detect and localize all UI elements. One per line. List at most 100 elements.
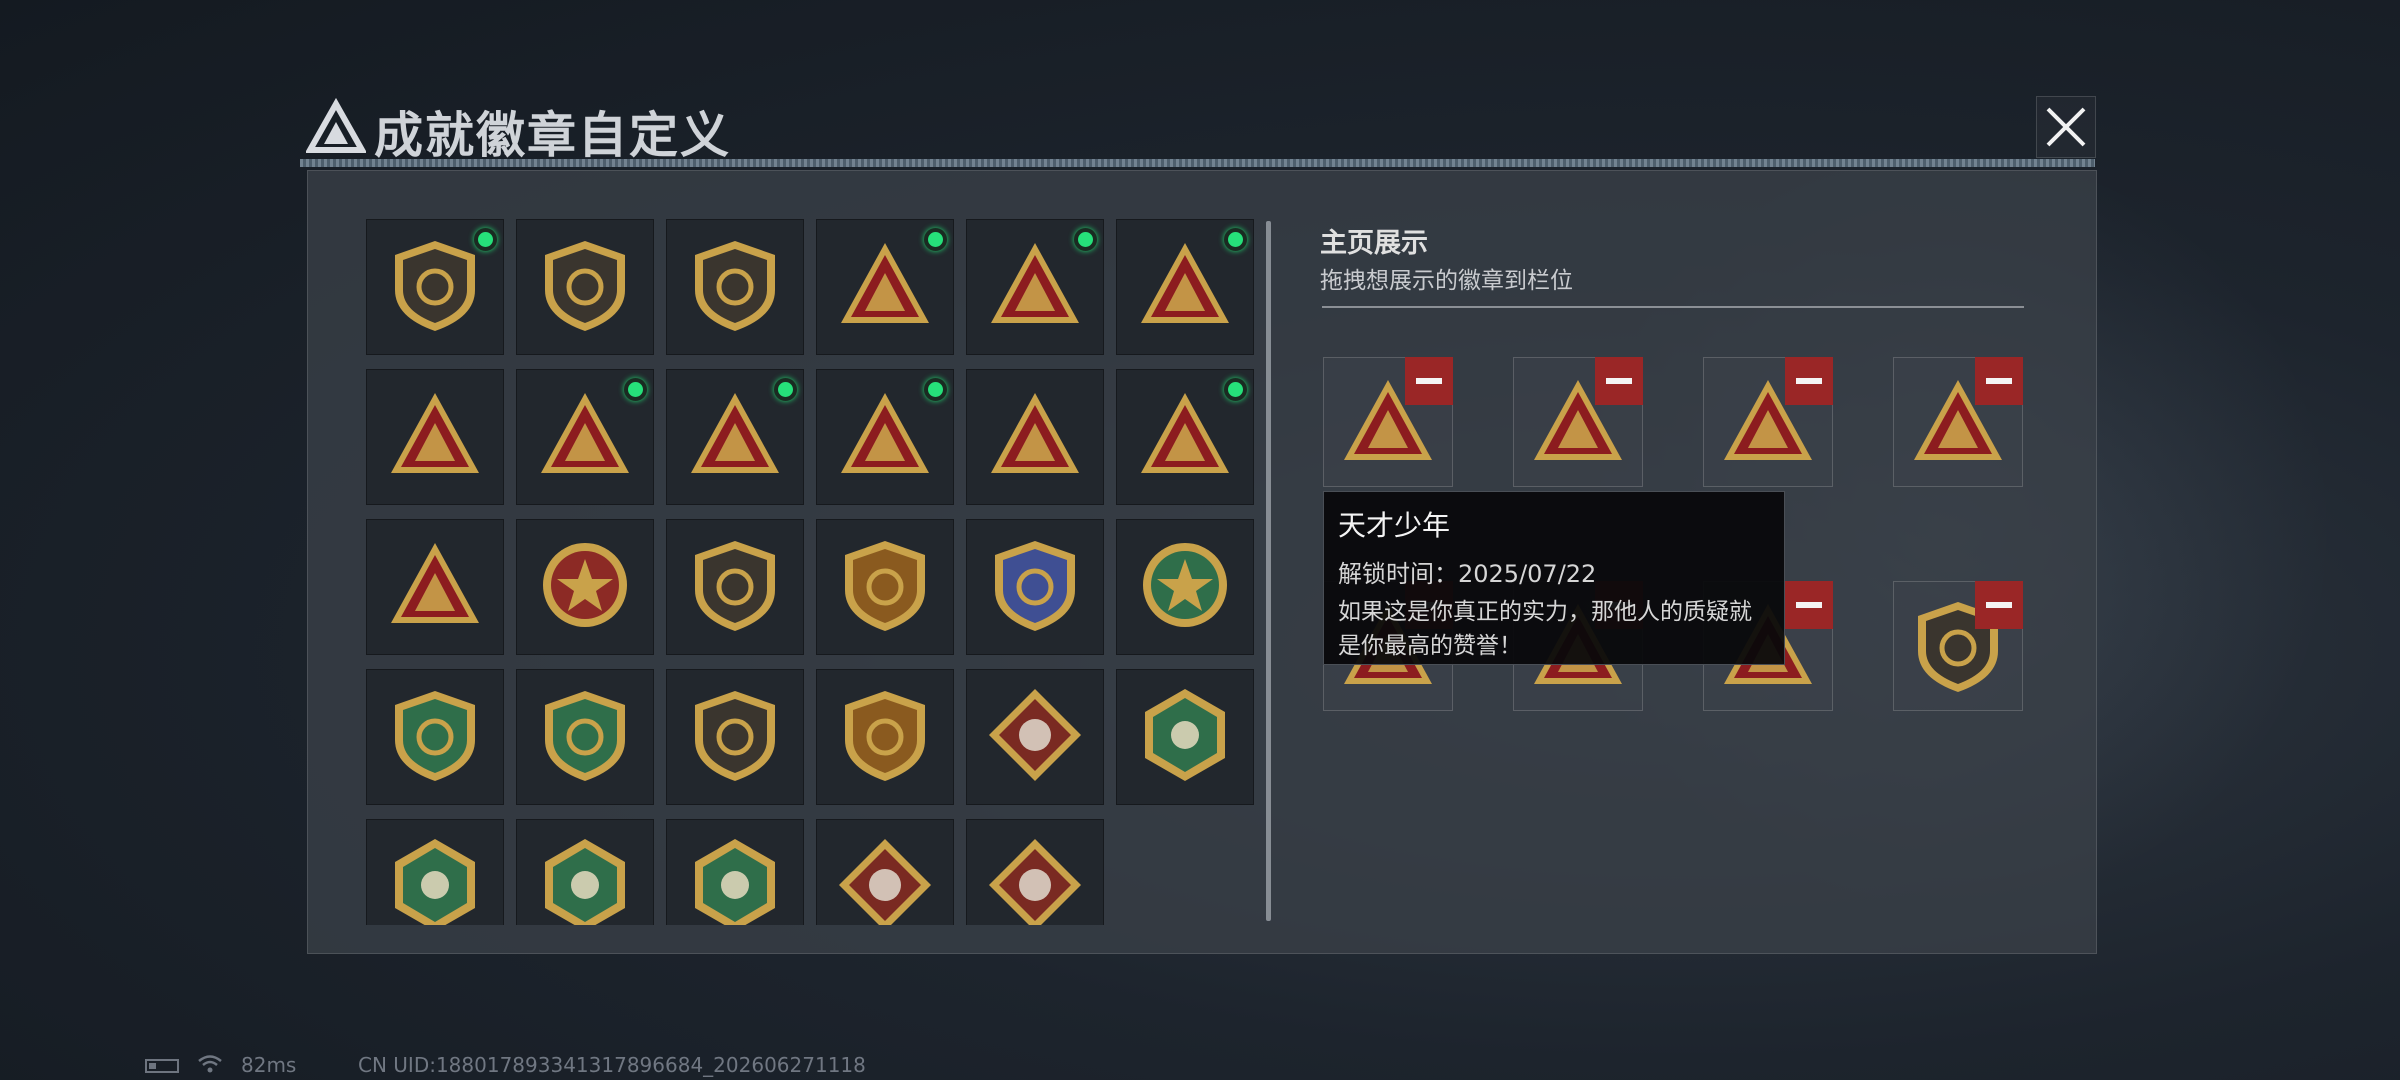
new-indicator-dot — [624, 378, 647, 401]
badge-cell[interactable] — [516, 519, 654, 655]
minus-icon — [1796, 602, 1822, 608]
close-icon — [2046, 107, 2086, 147]
badge-cell[interactable] — [366, 369, 504, 505]
badge-cell[interactable] — [816, 369, 954, 505]
crest-shield-badge-icon — [695, 541, 775, 631]
egg-nest-badge-icon — [1141, 243, 1229, 323]
badge-cell[interactable] — [366, 519, 504, 655]
title-divider — [300, 159, 2095, 167]
display-slot[interactable] — [1893, 357, 2023, 487]
display-slot[interactable] — [1703, 357, 1833, 487]
new-indicator-dot — [1074, 228, 1097, 251]
battery-icon — [145, 1059, 179, 1073]
badge-cell[interactable] — [516, 219, 654, 355]
gold-blade-crest-badge-icon — [845, 691, 925, 781]
badge-cell[interactable] — [516, 819, 654, 925]
badge-cell[interactable] — [966, 519, 1104, 655]
number-one-badge-icon — [391, 393, 479, 473]
remove-badge-button[interactable] — [1975, 357, 2023, 405]
new-indicator-dot — [774, 378, 797, 401]
badge-cell[interactable] — [966, 819, 1104, 925]
badge-cell[interactable] — [666, 519, 804, 655]
backpack-hexagon-badge-icon — [695, 839, 775, 925]
minus-icon — [1796, 378, 1822, 384]
dice-hands-badge-icon — [841, 393, 929, 473]
wolf-diamond-badge-icon — [989, 689, 1081, 781]
helicopter-badge-icon — [545, 241, 625, 331]
delta-logo-icon — [306, 98, 366, 153]
elephant-badge-icon — [991, 393, 1079, 473]
remove-badge-button[interactable] — [1785, 581, 1833, 629]
star-compass-badge-icon — [543, 543, 627, 627]
swimmer-badge-icon — [691, 393, 779, 473]
green-sniper-crosshair-badge-icon — [545, 691, 625, 781]
brown-rifle-crosshair-badge-icon — [695, 691, 775, 781]
badge-cell[interactable] — [516, 369, 654, 505]
new-indicator-dot — [924, 378, 947, 401]
cannon-badge-icon — [391, 543, 479, 623]
badge-cell[interactable] — [666, 669, 804, 805]
scrollbar[interactable] — [1266, 221, 1271, 921]
hornet-hexagon-badge-icon — [395, 839, 475, 925]
badge-cell[interactable] — [666, 369, 804, 505]
remove-badge-button[interactable] — [1405, 357, 1453, 405]
badge-cell[interactable] — [1116, 519, 1254, 655]
minus-icon — [1986, 602, 2012, 608]
tooltip-title: 天才少年 — [1338, 509, 1451, 542]
minus-icon — [1416, 378, 1442, 384]
badge-cell[interactable] — [966, 669, 1104, 805]
badge-cell[interactable] — [366, 219, 504, 355]
green-rifle-crosshair-badge-icon — [395, 691, 475, 781]
new-indicator-dot — [474, 228, 497, 251]
badge-cell[interactable] — [816, 219, 954, 355]
badge-cell[interactable] — [816, 819, 954, 925]
badge-cell[interactable] — [1116, 669, 1254, 805]
tooltip-description: 如果这是你真正的实力，那他人的质疑就是你最高的赞誉！ — [1338, 599, 1752, 659]
badge-cell[interactable] — [1116, 219, 1254, 355]
rock-hand-badge-icon — [991, 243, 1079, 323]
minus-icon — [1986, 378, 2012, 384]
usb-drive-badge-icon — [541, 393, 629, 473]
runner-diamond-badge-icon — [989, 839, 1081, 925]
medic-hexagon-badge-icon — [545, 839, 625, 925]
display-divider — [1322, 306, 2024, 308]
badge-cell[interactable] — [666, 819, 804, 925]
badge-cell[interactable] — [966, 219, 1104, 355]
remove-badge-button[interactable] — [1595, 357, 1643, 405]
display-slot[interactable] — [1323, 357, 1453, 487]
badge-cell[interactable] — [816, 519, 954, 655]
uid-text: CN UID:18801789334131789668‌4_2026062711… — [358, 1053, 866, 1077]
display-slot[interactable] — [1893, 581, 2023, 711]
badge-cell[interactable] — [366, 819, 504, 925]
close-button[interactable] — [2036, 96, 2096, 158]
badge-collection-grid — [366, 219, 1258, 925]
badge-cell[interactable] — [516, 669, 654, 805]
display-title: 主页展示 — [1320, 228, 1428, 259]
rocket-badge-icon — [1141, 393, 1229, 473]
badge-tooltip: 天才少年 解锁时间：2025/07/22 如果这是你真正的实力，那他人的质疑就是… — [1323, 491, 1785, 665]
minus-icon — [1606, 378, 1632, 384]
new-indicator-dot — [924, 228, 947, 251]
remove-badge-button[interactable] — [1785, 357, 1833, 405]
badge-cell[interactable] — [1116, 369, 1254, 505]
display-slot[interactable] — [1513, 357, 1643, 487]
shield-triangle-badge-icon — [395, 241, 475, 331]
tooltip-unlock-time: 解锁时间：2025/07/22 — [1338, 560, 1597, 588]
badge-cell[interactable] — [966, 369, 1104, 505]
gold-eagle-shield-badge-icon — [845, 541, 925, 631]
wifi-icon — [198, 1055, 222, 1073]
wasp-hexagon-badge-icon — [1145, 689, 1225, 781]
ration-can-badge-icon — [841, 243, 929, 323]
badge-cell[interactable] — [366, 669, 504, 805]
blue-gem-shield-badge-icon — [995, 541, 1075, 631]
badge-panel: 主页展示 拖拽想展示的徽章到栏位 — [307, 170, 2097, 954]
badge-cell[interactable] — [666, 219, 804, 355]
new-indicator-dot — [1224, 378, 1247, 401]
green-flower-badge-icon — [1143, 543, 1227, 627]
badge-cell[interactable] — [816, 669, 954, 805]
display-subtitle: 拖拽想展示的徽章到栏位 — [1320, 268, 1573, 294]
page-title: 成就徽章自定义 — [374, 107, 732, 164]
ping-value: 82ms — [241, 1053, 297, 1077]
dagger-badge-icon — [695, 241, 775, 331]
remove-badge-button[interactable] — [1975, 581, 2023, 629]
